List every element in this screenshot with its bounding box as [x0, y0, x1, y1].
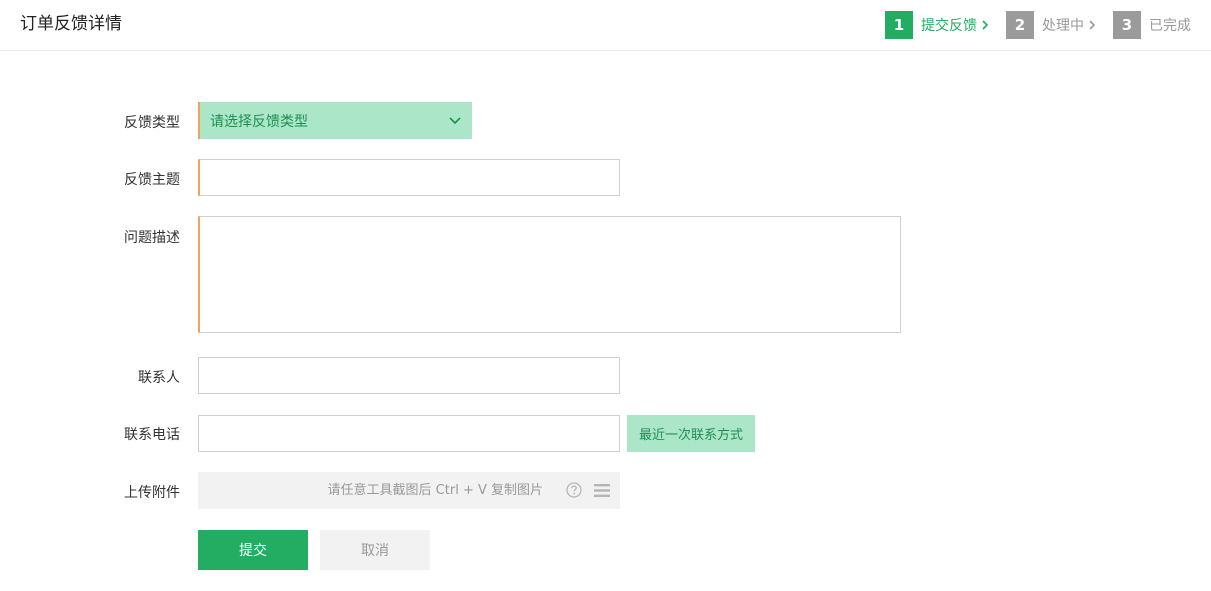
question-circle-icon[interactable]: [566, 482, 582, 498]
step-label: 提交反馈: [921, 18, 977, 34]
step-number: 2: [1006, 11, 1034, 39]
menu-icon[interactable]: [594, 483, 610, 498]
cancel-button[interactable]: 取消: [320, 530, 430, 570]
contact-person-input[interactable]: [198, 357, 620, 394]
attachment-paste-area[interactable]: 请任意工具截图后 Ctrl + V 复制图片: [198, 472, 620, 509]
recent-contact-button[interactable]: 最近一次联系方式: [627, 415, 755, 452]
feedback-subject-input[interactable]: [198, 159, 620, 196]
step-number: 3: [1113, 11, 1141, 39]
feedback-type-placeholder: 请选择反馈类型: [210, 113, 308, 130]
step-label: 处理中: [1042, 18, 1084, 34]
header: 订单反馈详情 1 提交反馈 2 处理中 3 已完成: [0, 0, 1211, 51]
step-processing: 2 处理中: [1006, 11, 1097, 39]
submit-button[interactable]: 提交: [198, 530, 308, 570]
step-label: 已完成: [1149, 18, 1191, 34]
contact-person-label: 联系人: [138, 370, 180, 386]
contact-phone-input[interactable]: [198, 415, 620, 452]
problem-description-textarea[interactable]: [198, 216, 901, 333]
attachment-hint: 请任意工具截图后 Ctrl + V 复制图片: [327, 483, 543, 498]
progress-steps: 1 提交反馈 2 处理中 3 已完成: [885, 11, 1191, 39]
step-completed: 3 已完成: [1113, 11, 1191, 39]
chevron-right-icon: [1089, 20, 1096, 30]
page-title: 订单反馈详情: [20, 14, 122, 34]
contact-phone-label: 联系电话: [124, 427, 180, 443]
feedback-type-label: 反馈类型: [124, 115, 180, 131]
feedback-type-select[interactable]: 请选择反馈类型: [198, 102, 472, 139]
problem-description-label: 问题描述: [124, 230, 180, 246]
chevron-down-icon: [449, 116, 461, 124]
step-number: 1: [885, 11, 913, 39]
step-submit-feedback: 1 提交反馈: [885, 11, 990, 39]
attachment-label: 上传附件: [124, 485, 180, 501]
feedback-subject-label: 反馈主题: [124, 172, 180, 188]
chevron-right-icon: [982, 20, 989, 30]
